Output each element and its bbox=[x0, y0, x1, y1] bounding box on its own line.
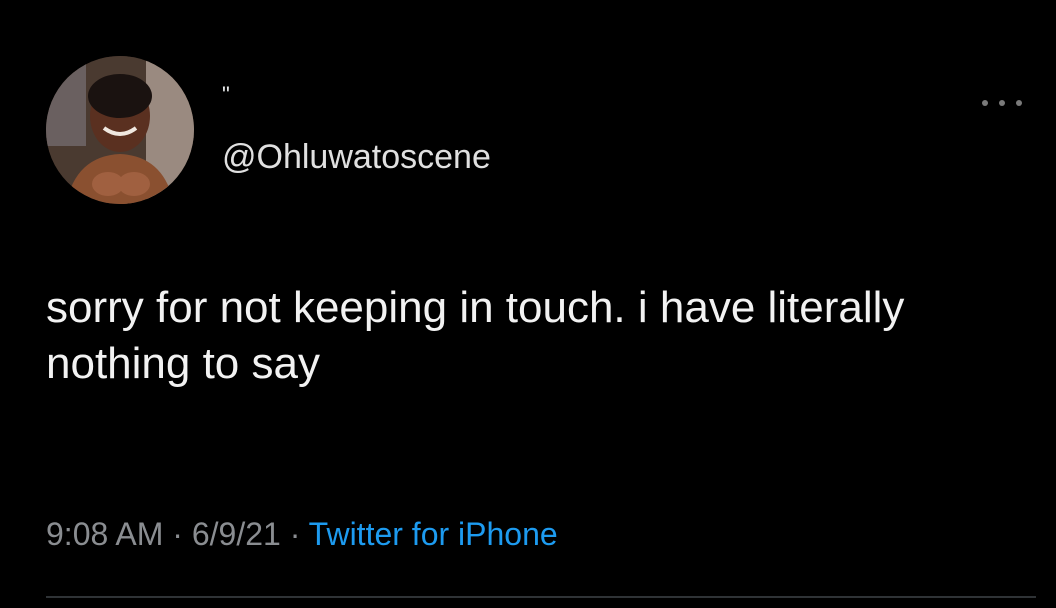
separator: · bbox=[163, 516, 192, 552]
dot bbox=[1016, 100, 1022, 106]
dot bbox=[982, 100, 988, 106]
avatar[interactable] bbox=[46, 56, 194, 204]
more-horizontal-icon[interactable] bbox=[982, 96, 1022, 110]
display-name[interactable]: " bbox=[222, 82, 231, 108]
tweet-time[interactable]: 9:08 AM bbox=[46, 516, 163, 552]
tweet-date[interactable]: 6/9/21 bbox=[192, 516, 281, 552]
tweet-card: " @Ohluwatoscene sorry for not keeping i… bbox=[0, 0, 1056, 608]
separator: · bbox=[280, 516, 309, 552]
tweet-text: sorry for not keeping in touch. i have l… bbox=[46, 283, 905, 388]
divider bbox=[46, 596, 1036, 598]
tweet-meta: 9:08 AM · 6/9/21 · Twitter for iPhone bbox=[46, 516, 558, 553]
dot bbox=[999, 100, 1005, 106]
tweet-source-link[interactable]: Twitter for iPhone bbox=[309, 516, 558, 552]
user-handle[interactable]: @Ohluwatoscene bbox=[222, 138, 491, 177]
